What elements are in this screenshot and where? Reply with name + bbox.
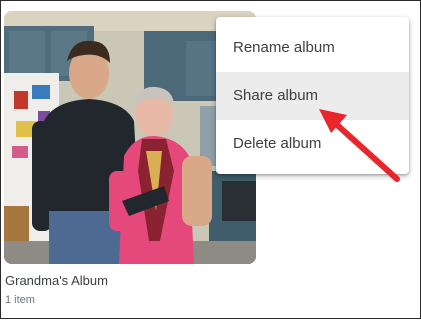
album-item-count: 1 item <box>5 294 35 306</box>
album-title[interactable]: Grandma's Album <box>5 273 245 288</box>
menu-item-share-album[interactable]: Share album <box>216 72 409 120</box>
album-context-menu: Rename album Share album Delete album <box>216 17 409 174</box>
menu-item-rename-album[interactable]: Rename album <box>216 24 409 72</box>
menu-item-delete-album[interactable]: Delete album <box>216 120 409 168</box>
